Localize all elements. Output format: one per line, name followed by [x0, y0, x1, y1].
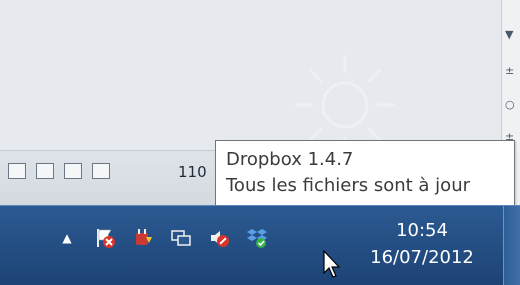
tooltip-status: Tous les fichiers sont à jour	[226, 175, 471, 196]
overflow-arrow-icon[interactable]: ▲	[55, 226, 79, 250]
reading-layout-icon[interactable]	[8, 163, 26, 179]
show-desktop-button[interactable]	[503, 206, 520, 285]
volume-mute-icon[interactable]	[207, 226, 231, 250]
taskbar: ▲ 10:54 16/07/2012	[0, 205, 520, 285]
tooltip-title: Dropbox 1.4.7	[226, 149, 354, 170]
clock-date: 16/07/2012	[370, 247, 474, 268]
clock-time: 10:54	[396, 220, 448, 241]
notification-tray: ▲	[55, 226, 269, 250]
draft-view-icon[interactable]	[92, 163, 110, 179]
outline-view-icon[interactable]	[64, 163, 82, 179]
document-area[interactable]	[0, 0, 502, 155]
vertical-scrollbar[interactable]: ▼ ± ○ ±	[501, 0, 520, 150]
network-icon[interactable]	[169, 226, 193, 250]
scroll-down-arrow-icon[interactable]: ▼	[505, 28, 513, 41]
zoom-level[interactable]: 110	[178, 163, 207, 181]
select-browse-object-icon[interactable]: ○	[505, 98, 515, 111]
mouse-cursor-icon	[323, 250, 341, 278]
dropbox-tooltip: Dropbox 1.4.7 Tous les fichiers sont à j…	[215, 140, 515, 206]
previous-page-icon[interactable]: ±	[505, 64, 514, 77]
power-plug-icon[interactable]	[131, 226, 155, 250]
system-clock[interactable]: 10:54 16/07/2012	[362, 218, 482, 272]
print-layout-icon[interactable]	[36, 163, 54, 179]
action-center-flag-icon[interactable]	[93, 226, 117, 250]
dropbox-icon[interactable]	[245, 226, 269, 250]
